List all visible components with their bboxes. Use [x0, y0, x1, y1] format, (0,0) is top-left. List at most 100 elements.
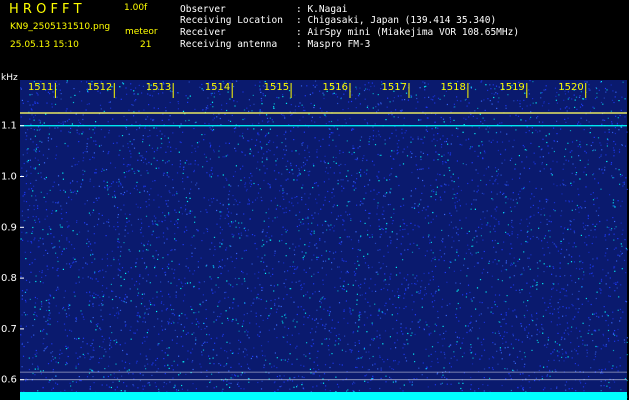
noise-speck	[567, 117, 569, 119]
noise-speck	[600, 155, 602, 157]
noise-speck	[23, 162, 25, 165]
noise-speck	[600, 278, 603, 280]
noise-speck	[126, 119, 128, 121]
noise-speck	[219, 242, 221, 244]
noise-speck	[75, 320, 77, 322]
noise-speck	[425, 85, 427, 87]
noise-speck	[532, 98, 534, 100]
noise-speck	[457, 128, 459, 130]
noise-speck	[180, 123, 182, 125]
noise-speck	[244, 183, 246, 186]
noise-speck	[560, 226, 562, 228]
noise-speck	[339, 150, 341, 152]
noise-speck	[328, 338, 331, 340]
noise-speck	[443, 351, 445, 354]
noise-speck	[546, 241, 548, 243]
noise-speck	[327, 162, 329, 164]
noise-speck	[98, 213, 100, 215]
noise-speck	[204, 341, 206, 343]
noise-speck	[176, 285, 178, 287]
noise-speck	[104, 187, 106, 189]
noise-speck	[284, 359, 286, 361]
noise-speck	[113, 259, 115, 261]
noise-speck	[512, 347, 514, 349]
noise-speck	[553, 150, 555, 153]
noise-speck	[60, 130, 62, 132]
noise-speck	[332, 252, 335, 254]
noise-speck	[274, 302, 276, 305]
noise-speck	[310, 372, 312, 374]
noise-speck	[505, 378, 507, 380]
noise-speck	[34, 101, 36, 103]
noise-speck	[472, 239, 474, 241]
noise-speck	[35, 150, 37, 152]
noise-speck	[305, 271, 307, 273]
noise-speck	[531, 349, 533, 351]
noise-speck	[130, 300, 132, 302]
noise-speck	[321, 343, 323, 345]
noise-speck	[445, 161, 447, 164]
noise-speck	[499, 321, 501, 323]
noise-speck	[497, 242, 499, 244]
noise-speck	[106, 258, 108, 260]
noise-speck	[141, 297, 143, 299]
noise-speck	[620, 109, 622, 111]
noise-speck	[357, 260, 359, 262]
noise-speck	[264, 172, 266, 174]
noise-speck	[110, 185, 112, 188]
noise-speck	[600, 101, 603, 104]
noise-speck	[454, 202, 456, 204]
noise-speck	[267, 341, 269, 343]
noise-speck	[355, 86, 357, 88]
noise-speck	[560, 240, 562, 242]
noise-speck	[88, 128, 91, 130]
noise-speck	[315, 331, 317, 333]
noise-speck	[231, 222, 233, 224]
noise-speck	[592, 265, 594, 267]
noise-speck	[290, 163, 292, 165]
noise-speck	[610, 163, 612, 165]
noise-speck	[620, 317, 622, 319]
noise-speck	[614, 330, 616, 332]
noise-speck	[513, 360, 515, 363]
noise-speck	[556, 289, 558, 291]
noise-speck	[612, 311, 614, 313]
noise-speck	[444, 191, 446, 193]
noise-speck	[589, 267, 591, 269]
noise-speck	[474, 353, 477, 355]
noise-speck	[489, 377, 491, 379]
noise-speck	[147, 274, 149, 276]
noise-speck	[570, 275, 572, 277]
noise-speck	[20, 325, 22, 327]
noise-speck	[298, 224, 301, 226]
noise-speck	[210, 176, 212, 178]
noise-speck	[69, 182, 72, 184]
noise-speck	[139, 229, 142, 231]
noise-speck	[342, 224, 344, 226]
noise-speck	[346, 270, 348, 272]
noise-speck	[613, 266, 615, 268]
noise-speck	[219, 117, 221, 120]
noise-speck	[316, 247, 318, 249]
noise-speck	[428, 355, 430, 357]
noise-speck	[280, 113, 283, 115]
noise-speck	[592, 258, 594, 260]
noise-speck	[352, 309, 354, 311]
noise-speck	[36, 298, 38, 300]
noise-speck	[275, 311, 278, 313]
noise-speck	[198, 311, 200, 313]
noise-speck	[267, 121, 269, 123]
noise-speck	[355, 98, 357, 100]
noise-speck	[379, 308, 381, 310]
noise-speck	[205, 228, 208, 230]
noise-speck	[410, 136, 412, 138]
noise-speck	[438, 289, 440, 291]
noise-speck	[403, 117, 405, 119]
noise-speck	[473, 199, 475, 201]
noise-speck	[186, 159, 188, 162]
noise-speck	[282, 188, 284, 190]
noise-speck	[389, 298, 391, 300]
noise-speck	[67, 347, 69, 349]
noise-speck	[606, 160, 608, 163]
noise-speck	[57, 286, 59, 288]
